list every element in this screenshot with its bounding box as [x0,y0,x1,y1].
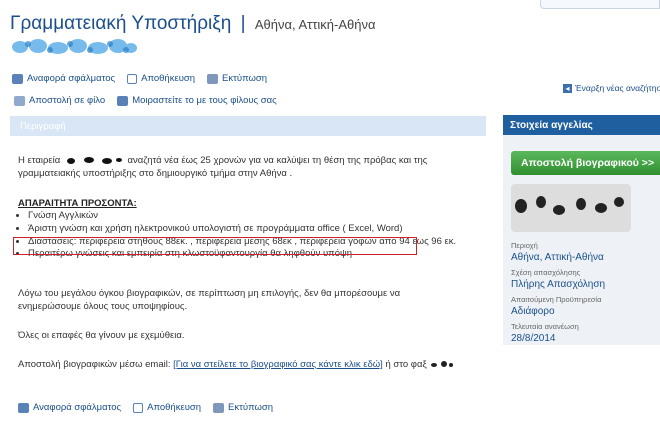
arrow-left-icon: ◂ [563,83,572,93]
detail-area-value: Αθήνα, Αττική-Αθήνα [511,252,604,263]
sidebar-heading: Στοιχεία αγγελίας [510,120,593,131]
requirement-item: Άριστη γνώση και χρήση ηλεκτρονικού υπολ… [28,223,468,236]
print-link[interactable]: Εκτύπωση [222,73,267,84]
intro-start: Η εταιρεία [18,155,61,166]
bottom-toolbar: Αναφορά σφάλματος Αποθήκευση Εκτύπωση [18,402,273,413]
save-icon [133,402,144,413]
description-header-label: Περιγραφή [20,121,66,132]
redacted-fax [431,360,454,367]
detail-employment-label: Σχέση απασχόλησης [511,268,581,277]
page-title: Γραμματειακή Υποστήριξη | Αθήνα, Αττική-… [10,13,376,35]
print-icon [213,402,225,413]
red-highlight-box [13,237,417,255]
new-search-link[interactable]: ◂ Έναρξη νέας αναζήτησης [563,83,660,93]
report-error-link[interactable]: Αναφορά σφάλματος [27,73,115,84]
share-icon [117,95,129,106]
send-cv-button[interactable]: Αποστολή βιογραφικού >> [511,151,660,175]
confidential-note: Όλες οι επαφές θα γίνουν με εχεμύθεια. [18,330,185,341]
share-toolbar: Αποστολή σε φίλο Μοιραστείτε το με τους … [14,95,277,106]
redacted-company-logo [511,184,631,232]
report-error-link[interactable]: Αναφορά σφάλματος [33,402,121,413]
report-flag-icon [18,402,29,413]
send-prefix: Αποστολή βιογραφικών μέσω email: [18,359,171,370]
intro-paragraph: Η εταιρεία αναζητά νέα έως 25 χρονών για… [18,155,478,180]
redacted-company-name [12,39,137,54]
top-toolbar: Αναφορά σφάλματος Αποθήκευση Εκτύπωση [12,73,267,84]
save-link[interactable]: Αποθήκευση [147,402,201,413]
sidebar-header: Στοιχεία αγγελίας [503,115,660,135]
requirement-item: Γνώση Αγγλικών [28,210,468,223]
search-tab[interactable] [540,0,660,9]
job-location: Αθήνα, Αττική-Αθήνα [254,17,376,32]
send-cv-button-label: Αποστολή βιογραφικού >> [521,157,655,169]
detail-area-label: Περιοχή [511,241,538,250]
send-cv-line: Αποστολή βιογραφικών μέσω email: [Για να… [18,359,455,372]
report-flag-icon [12,73,23,84]
title-separator: | [240,13,246,34]
print-link[interactable]: Εκτύπωση [228,402,273,413]
detail-updated-value: 28/8/2014 [511,333,556,344]
redacted-company-inline [66,156,122,164]
requirements-heading: ΑΠΑΡΑΙΤΗΤΑ ΠΡΟΣΟΝΤΑ: [18,198,137,209]
print-icon [207,73,219,84]
detail-employment-value: Πλήρης Απασχόληση [511,279,606,290]
detail-experience-value: Αδιάφορο [511,306,555,317]
mail-icon [14,95,25,106]
save-link[interactable]: Αποθήκευση [141,73,195,84]
save-icon [127,73,138,84]
description-header: Περιγραφή [10,116,486,136]
volume-note: Λόγω του μεγάλου όγκου βιογραφικών, σε π… [18,288,401,312]
new-search-label: Έναρξη νέας αναζήτησης [575,83,660,93]
detail-updated-label: Τελευταία ανανέωση [511,322,579,331]
send-suffix: ή στο φαξ [385,359,427,370]
detail-experience-label: Απαιτούμενη Προϋπηρεσία [511,295,602,304]
job-title: Γραμματειακή Υποστήριξη [10,13,232,34]
send-cv-email-link[interactable]: [Για να στείλετε το βιογραφικό σας κάντε… [173,359,383,370]
send-to-friend-link[interactable]: Αποστολή σε φίλο [29,95,105,106]
share-with-friends-link[interactable]: Μοιραστείτε το με τους φίλους σας [132,95,277,106]
